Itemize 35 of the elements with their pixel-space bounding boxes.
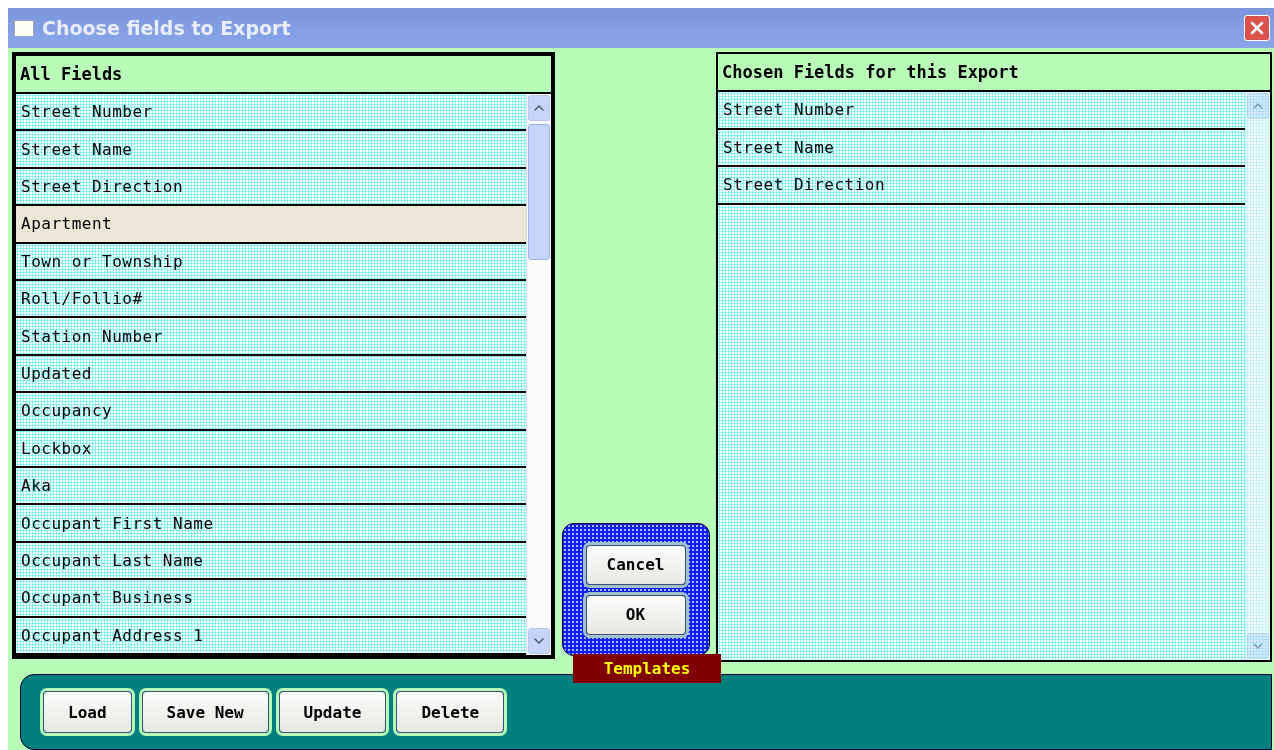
template-button[interactable]: Load [43, 691, 132, 733]
field-list-item[interactable]: Street Name [16, 131, 526, 169]
field-list-item[interactable]: Occupant Last Name [16, 542, 526, 581]
template-button[interactable]: Delete [396, 691, 505, 733]
templates-label: Templates [573, 654, 721, 683]
field-list-item[interactable]: Street Name [718, 129, 1245, 168]
template-button[interactable]: Update [278, 691, 387, 733]
field-list-item[interactable]: Occupancy [16, 393, 526, 431]
scroll-thumb[interactable] [528, 124, 550, 260]
dialog-button[interactable]: OK [585, 594, 686, 635]
field-list-item[interactable]: Occupant First Name [16, 505, 526, 543]
field-list-item[interactable]: Updated [16, 355, 526, 394]
field-list-item[interactable]: Station Number [16, 318, 526, 356]
field-list-item[interactable]: Occupant Address 1 [16, 617, 526, 656]
field-list-item[interactable]: Roll/Follio# [16, 281, 526, 319]
field-list-item[interactable]: Street Number [718, 92, 1245, 130]
field-list-item[interactable]: Apartment [16, 206, 526, 244]
panel-title: All Fields [20, 64, 123, 84]
scroll-up-icon[interactable] [528, 95, 550, 121]
window-icon [14, 19, 34, 37]
template-button[interactable]: Save New [141, 691, 269, 733]
scrollbar[interactable] [526, 94, 551, 655]
field-list-item[interactable]: Street Number [16, 94, 526, 132]
panel-title: Chosen Fields for this Export [722, 62, 1019, 82]
scroll-up-icon[interactable] [1247, 93, 1269, 119]
field-list-item[interactable]: Town or Township [16, 243, 526, 282]
dialog-button[interactable]: Cancel [585, 544, 686, 585]
scroll-down-icon[interactable] [528, 628, 550, 654]
scrollbar[interactable] [1245, 92, 1270, 660]
field-list-item[interactable]: Street Direction [718, 167, 1245, 205]
window-title: Choose fields to Export [42, 17, 292, 39]
field-list-item[interactable]: Aka [16, 468, 526, 506]
field-list-item[interactable]: Occupant Business [16, 580, 526, 618]
scroll-down-icon[interactable] [1247, 633, 1269, 659]
field-list-item[interactable]: Lockbox [16, 430, 526, 469]
